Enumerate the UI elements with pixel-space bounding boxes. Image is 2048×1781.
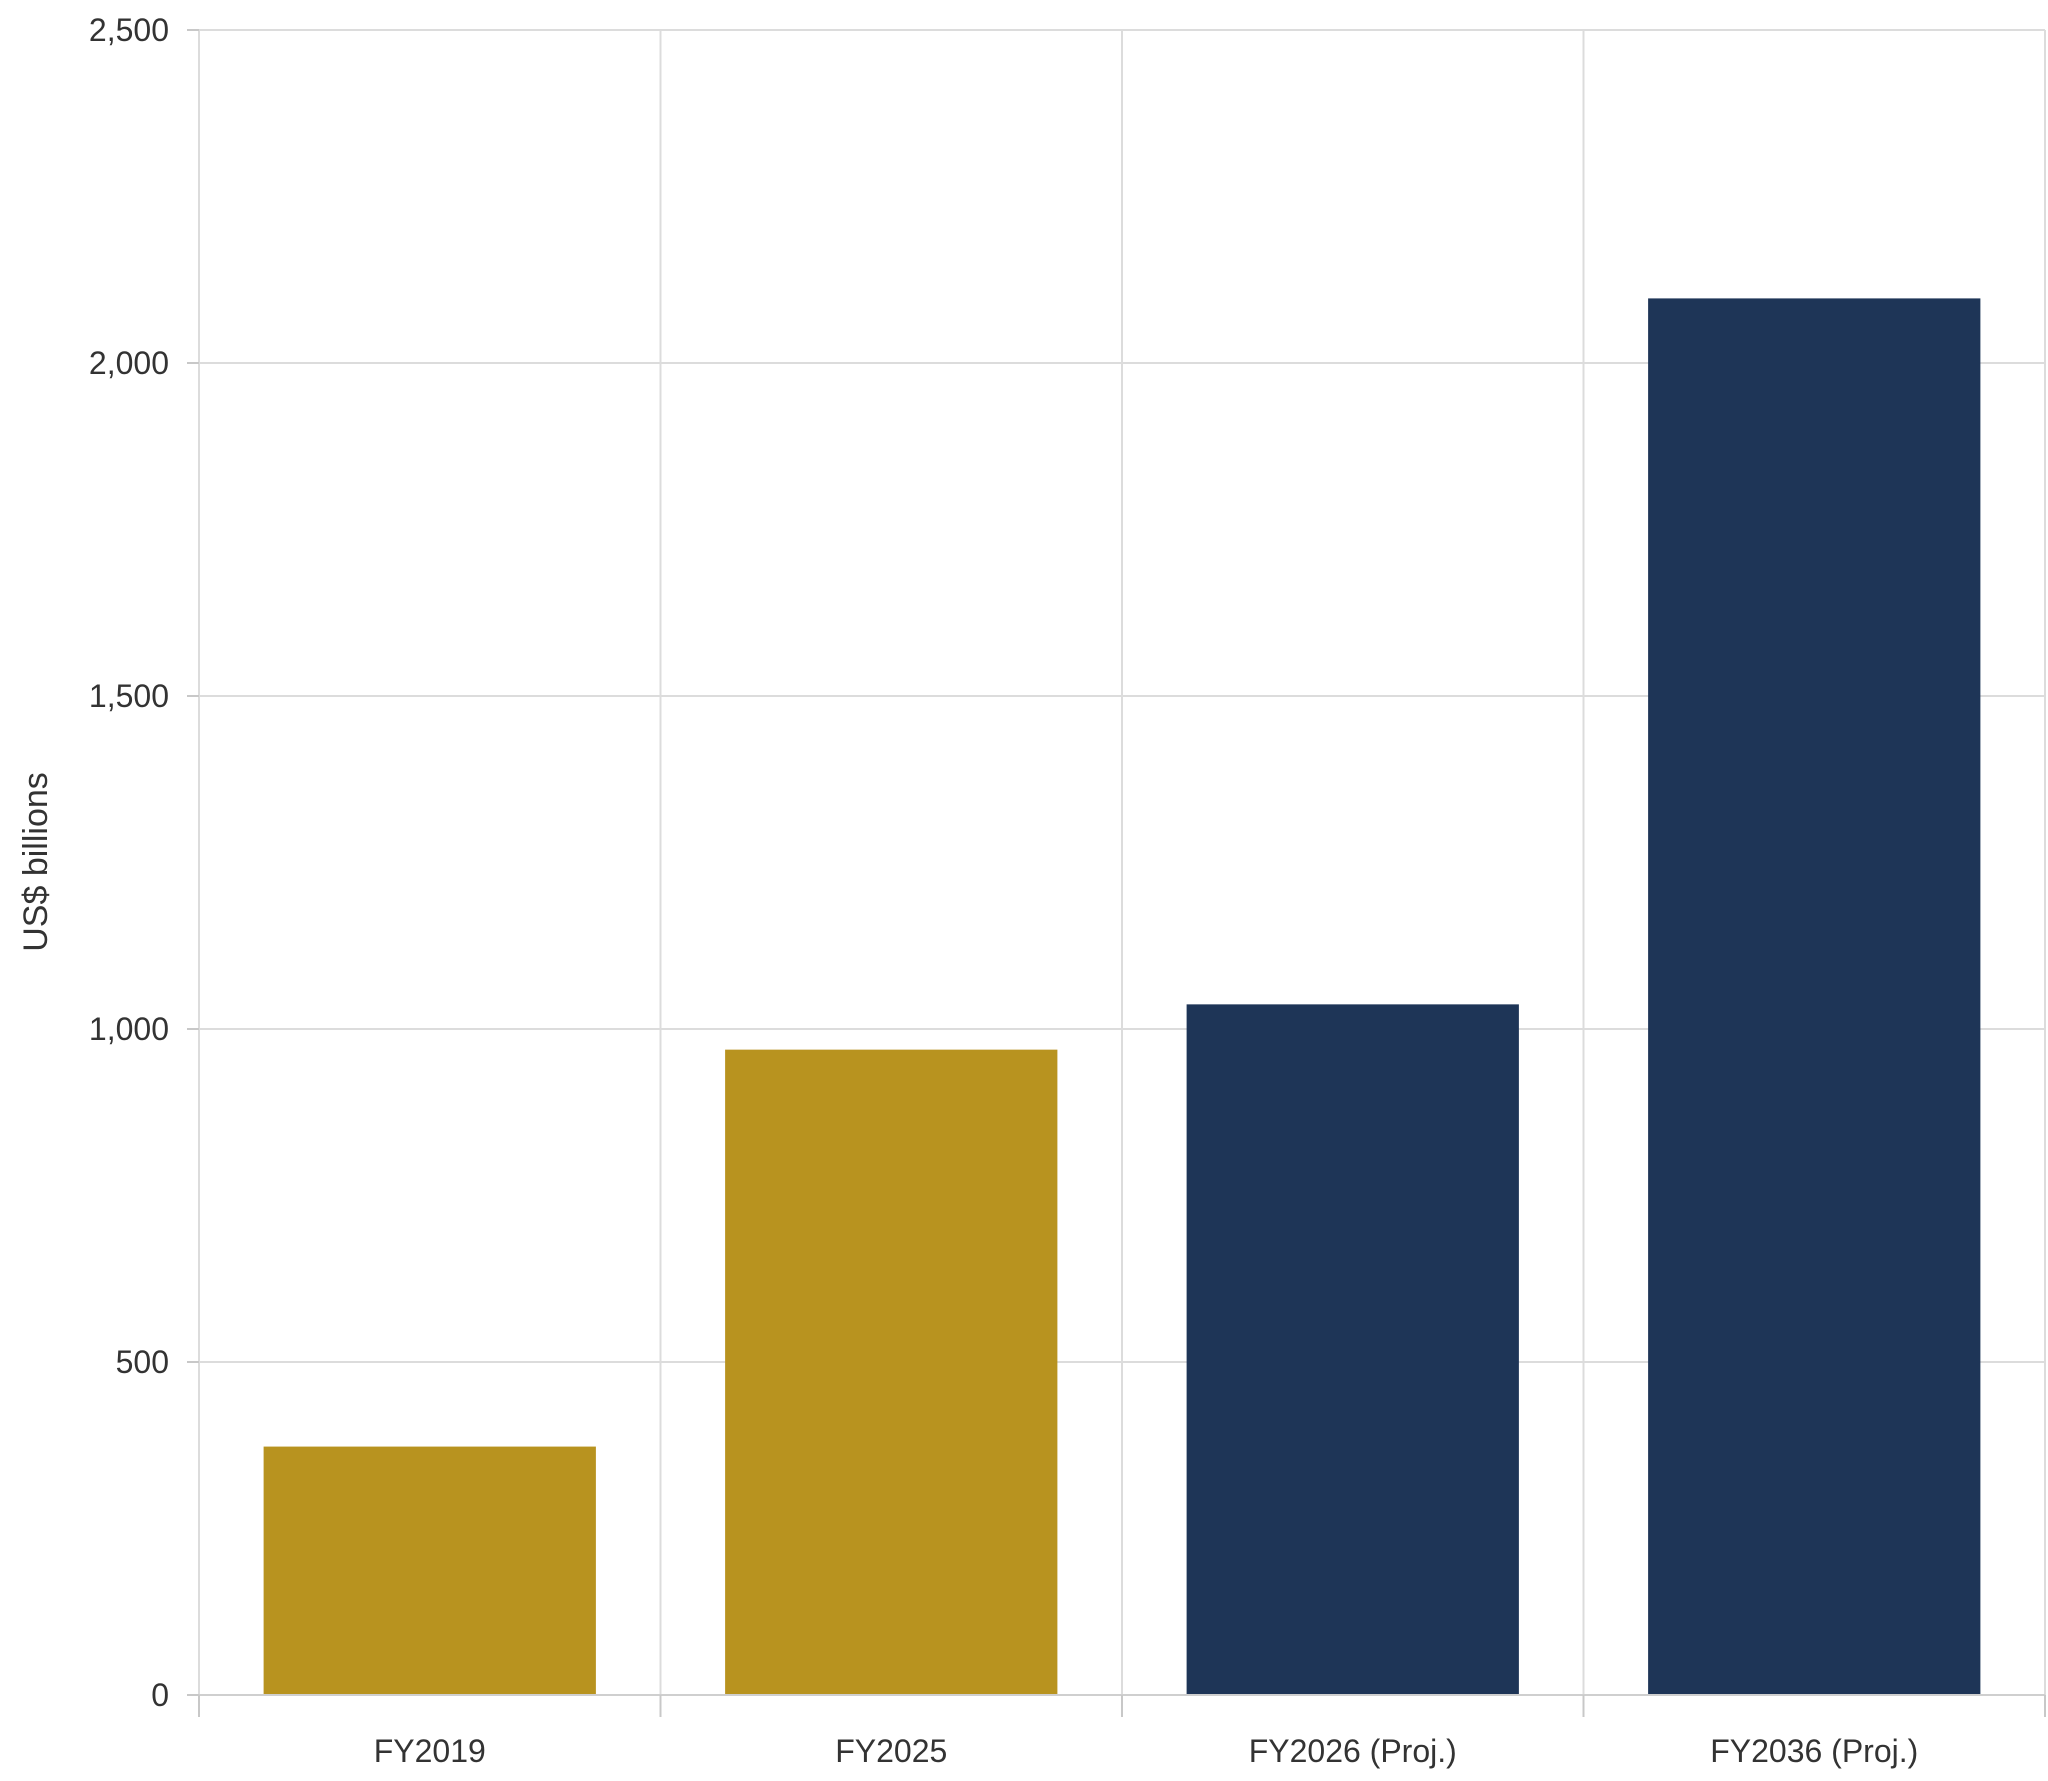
y-tick-label: 0: [151, 1677, 169, 1713]
y-tick-label: 500: [116, 1344, 169, 1380]
y-tick-label: 2,500: [89, 12, 169, 48]
y-axis-title: US$ billions: [17, 772, 55, 952]
x-tick-labels: FY2019 FY2025 FY2026 (Proj.) FY2036 (Proj.): [198, 1695, 2046, 1769]
y-tick-label: 1,000: [89, 1011, 169, 1047]
bar-fy2019: [263, 1446, 596, 1695]
bar-fy2036-proj: [1648, 298, 1981, 1696]
y-tick-label: 1,500: [89, 678, 169, 714]
bar-chart: 05001,0001,5002,0002,500 FY2019 FY2025 FY2…: [17, 12, 2046, 1769]
x-tick-label: FY2019: [374, 1733, 486, 1769]
x-tick-label: FY2036 (Proj.): [1710, 1733, 1918, 1769]
x-tick-label: FY2026 (Proj.): [1249, 1733, 1457, 1769]
bar-fy2025: [725, 1049, 1058, 1695]
y-tick-label: 2,000: [89, 345, 169, 381]
x-tick-label: FY2025: [835, 1733, 947, 1769]
bar-fy2026-proj: [1186, 1004, 1519, 1695]
y-tick-labels: 0 500 1,000 1,500 2,000 2,500: [89, 12, 199, 1713]
